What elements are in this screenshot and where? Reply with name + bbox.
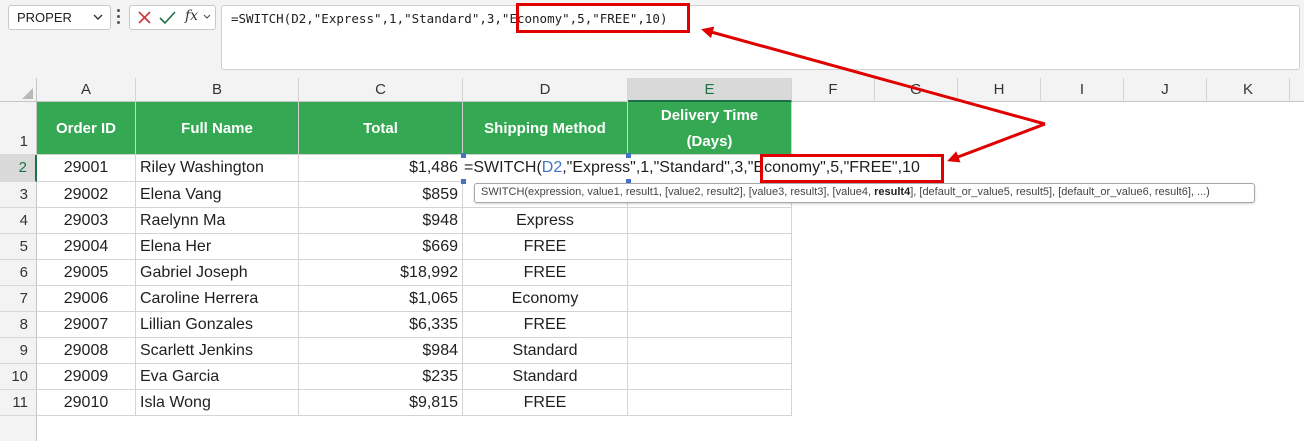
annotation-arrows <box>701 26 1046 163</box>
arrow-to-cell-editor <box>947 122 1046 163</box>
arrow-to-formula-bar <box>701 26 1046 126</box>
